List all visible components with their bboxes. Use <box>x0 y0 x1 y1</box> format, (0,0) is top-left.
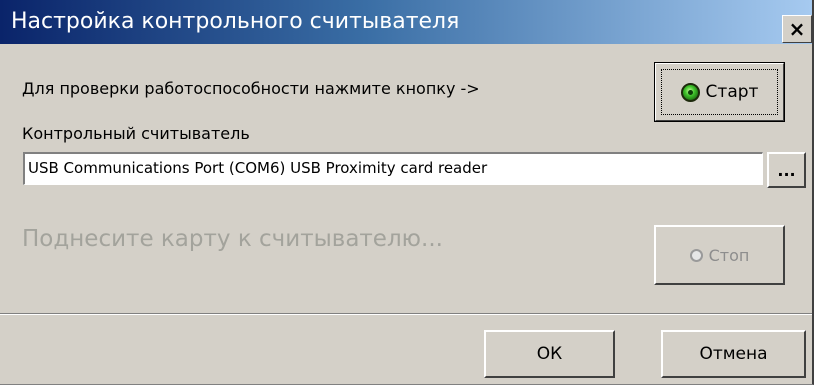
cancel-button-label: Отмена <box>699 344 768 364</box>
window-title: Настройка контрольного считывателя <box>11 9 460 34</box>
title-bar[interactable]: Настройка контрольного считывателя × <box>0 0 812 44</box>
close-icon: × <box>788 17 806 41</box>
ok-button[interactable]: ОК <box>484 330 615 378</box>
reader-label: Контрольный считыватель <box>22 124 250 143</box>
browse-button[interactable]: ... <box>767 152 806 188</box>
grey-led-icon <box>689 248 703 262</box>
stop-button-label: Стоп <box>708 245 750 265</box>
reader-field[interactable]: USB Communications Port (COM6) USB Proxi… <box>23 152 763 185</box>
close-button[interactable]: × <box>782 15 812 43</box>
check-instruction: Для проверки работоспособности нажмите к… <box>22 79 480 98</box>
cancel-button[interactable]: Отмена <box>661 330 806 378</box>
stop-button[interactable]: Стоп <box>654 225 785 285</box>
green-led-icon <box>680 82 700 102</box>
start-button[interactable]: Старт <box>654 62 785 122</box>
reader-settings-dialog: Настройка контрольного считывателя × Для… <box>0 0 814 385</box>
footer-separator <box>0 313 812 315</box>
browse-button-label: ... <box>777 161 796 180</box>
present-card-prompt: Поднесите карту к считывателю... <box>22 226 443 252</box>
ok-button-label: ОК <box>536 344 563 364</box>
focus-ring <box>661 69 778 115</box>
